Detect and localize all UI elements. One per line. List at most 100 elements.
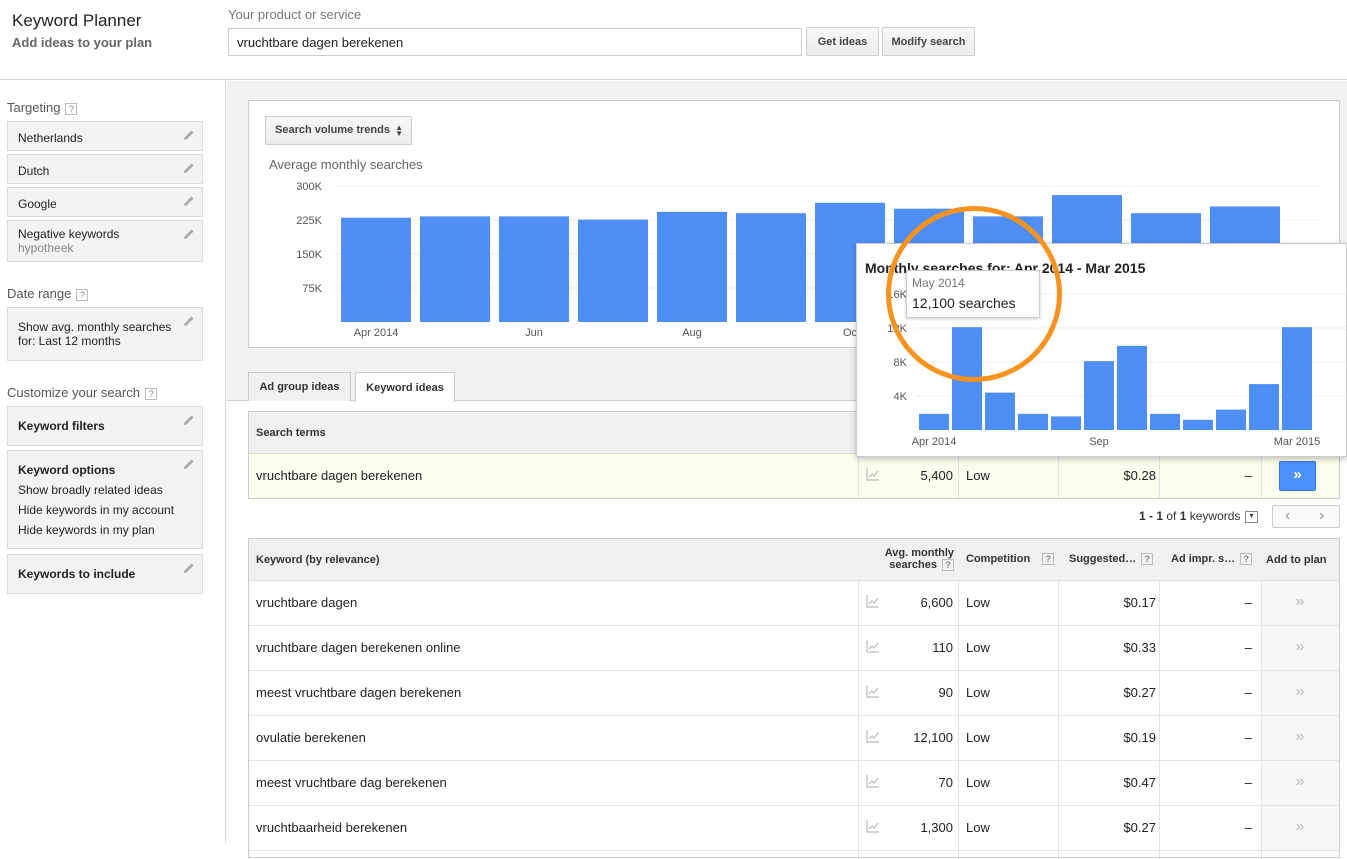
header-competition[interactable]: Competition? — [966, 553, 1055, 566]
row-suggested-bid: $0.17 — [1123, 595, 1156, 610]
sidebar-targeting-location[interactable]: Netherlands — [7, 121, 203, 151]
row-keyword[interactable]: vruchtbare dagen berekenen online — [256, 640, 461, 655]
add-to-plan-button[interactable]: » — [1261, 716, 1339, 760]
pencil-icon[interactable] — [183, 414, 195, 426]
help-icon[interactable]: ? — [942, 559, 954, 572]
trend-chart-icon[interactable] — [866, 467, 880, 484]
sidebar-keyword-filters[interactable]: Keyword filters — [7, 406, 203, 446]
help-icon[interactable]: ? — [76, 288, 89, 301]
prev-page-button[interactable]: ‹ — [1285, 507, 1290, 525]
add-to-plan-button[interactable]: » — [1279, 461, 1316, 491]
help-icon[interactable]: ? — [1141, 553, 1154, 566]
y-tick-label: 150K — [296, 249, 322, 261]
help-icon[interactable]: ? — [65, 102, 78, 115]
row-keyword[interactable]: vruchtbare dagen — [256, 595, 357, 610]
row-keyword[interactable]: meest vruchtbare dagen berekenen — [256, 685, 461, 700]
row-suggested-bid: $0.19 — [1123, 730, 1156, 745]
header-ad-impr-share[interactable]: Ad impr. s…? — [1171, 553, 1253, 566]
chart-bar — [578, 219, 648, 322]
chart-y-label: Average monthly searches — [269, 157, 423, 172]
trend-chart-icon[interactable] — [866, 774, 880, 791]
sidebar-targeting-language[interactable]: Dutch — [7, 154, 203, 184]
search-terms-header-label: Search terms — [256, 427, 326, 439]
customize-title-text: Customize your search — [7, 385, 140, 400]
chart-bar — [420, 216, 490, 322]
add-to-plan-button[interactable]: » — [1261, 761, 1339, 805]
trend-chart-icon[interactable] — [866, 594, 880, 611]
sidebar-keywords-to-include[interactable]: Keywords to include — [7, 554, 203, 594]
row-keyword[interactable]: vruchtbaarheid berekenen — [256, 820, 407, 835]
row-competition: Low — [966, 730, 990, 745]
pencil-icon[interactable] — [183, 129, 195, 141]
pencil-icon[interactable] — [183, 458, 195, 470]
sidebar-targeting-network[interactable]: Google — [7, 187, 203, 217]
date-range-title: Date range? — [7, 286, 89, 301]
next-page-button[interactable]: › — [1319, 507, 1324, 525]
date-range-line2: for: Last 12 months — [18, 334, 121, 348]
header-impr-text: Ad impr. s… — [1171, 553, 1236, 565]
popup-chart-bar — [1183, 419, 1213, 430]
get-ideas-button[interactable]: Get ideas — [806, 27, 879, 56]
popup-chart-bar — [1282, 327, 1312, 430]
popup-chart-bar — [919, 413, 949, 430]
customize-title: Customize your search? — [7, 385, 157, 400]
x-tick-label: Sep — [1089, 436, 1109, 448]
add-to-plan-button[interactable]: » — [1261, 581, 1339, 625]
chart-bar — [657, 211, 727, 322]
chart-bar — [341, 217, 411, 322]
popup-chart-bar — [1216, 409, 1246, 430]
header-avg-line1: Avg. monthly — [884, 547, 954, 559]
header-suggested-bid[interactable]: Suggested…? — [1069, 553, 1154, 566]
sidebar-date-range[interactable]: Show avg. monthly searches for: Last 12 … — [7, 307, 203, 361]
row-avg-searches: 1,300 — [920, 820, 953, 835]
pencil-icon[interactable] — [183, 228, 195, 240]
product-search-input[interactable] — [228, 28, 802, 56]
table-row: meest vruchtbare dagen berekenen 90 Low $0.… — [249, 671, 1339, 716]
search-term-keyword: vruchtbare dagen berekenen — [256, 468, 423, 483]
search-term-impr: – — [1244, 468, 1252, 483]
row-suggested-bid: $0.27 — [1123, 820, 1156, 835]
modify-search-button[interactable]: Modify search — [882, 27, 975, 56]
pencil-icon[interactable] — [183, 162, 195, 174]
add-to-plan-button[interactable]: » — [1261, 626, 1339, 670]
y-tick-label: 4K — [894, 391, 908, 403]
row-avg-searches: 12,100 — [913, 730, 953, 745]
sidebar-negative-keywords[interactable]: Negative keywords hypotheek — [7, 220, 203, 262]
column-divider — [1261, 454, 1262, 498]
help-icon[interactable]: ? — [1240, 553, 1253, 566]
column-divider — [958, 454, 959, 498]
pencil-icon[interactable] — [183, 562, 195, 574]
pencil-icon[interactable] — [183, 195, 195, 207]
column-divider — [1058, 581, 1059, 859]
pencil-icon[interactable] — [183, 315, 195, 327]
trend-chart-icon[interactable] — [866, 729, 880, 746]
add-to-plan-button[interactable]: » — [1261, 671, 1339, 715]
help-icon[interactable]: ? — [144, 387, 157, 400]
tab-ad-group-ideas[interactable]: Ad group ideas — [248, 372, 351, 401]
row-keyword[interactable]: ovulatie berekenen — [256, 730, 366, 745]
top-header: Keyword Planner Add ideas to your plan Y… — [0, 0, 1347, 80]
row-suggested-bid: $0.33 — [1123, 640, 1156, 655]
trend-chart-icon[interactable] — [866, 684, 880, 701]
trend-chart-icon[interactable] — [866, 639, 880, 656]
header-keyword[interactable]: Keyword (by relevance) — [256, 554, 380, 566]
trend-chart-icon[interactable] — [866, 819, 880, 836]
header-competition-text: Competition — [966, 553, 1031, 565]
pagination-total: 1 — [1179, 509, 1187, 523]
chart-bar — [736, 213, 806, 322]
keyword-ideas-table: Keyword (by relevance) Avg. monthly sear… — [248, 538, 1340, 859]
header-avg-monthly[interactable]: Avg. monthly searches? — [869, 547, 954, 572]
sidebar-keyword-options[interactable]: Keyword options Show broadly related ide… — [7, 450, 203, 549]
row-keyword[interactable]: meest vruchtbare dag berekenen — [256, 775, 447, 790]
pagination-of: of — [1166, 509, 1177, 523]
add-to-plan-button[interactable]: » — [1261, 806, 1339, 850]
tab-keyword-ideas[interactable]: Keyword ideas — [355, 372, 455, 402]
row-ad-impr-share: – — [1244, 775, 1252, 790]
rows-per-page-dropdown[interactable]: ▼ — [1245, 511, 1258, 523]
search-term-row: vruchtbare dagen berekenen 5,400 Low $0.… — [249, 454, 1339, 498]
chart-type-select[interactable]: Search volume trends ▲ ▼ — [265, 116, 412, 145]
row-competition: Low — [966, 595, 990, 610]
popup-chart-bar — [1018, 413, 1048, 430]
targeting-title: Targeting? — [7, 100, 78, 115]
help-icon[interactable]: ? — [1042, 553, 1055, 566]
